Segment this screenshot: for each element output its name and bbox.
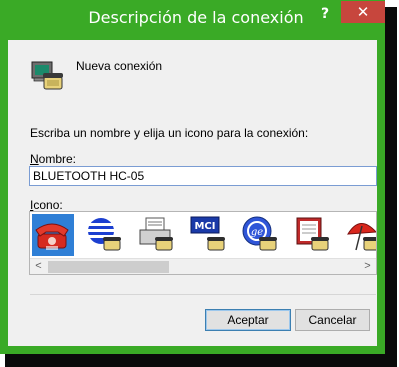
horizontal-scrollbar[interactable]: < > <box>30 258 376 274</box>
umbrella-phone-icon[interactable] <box>344 214 376 256</box>
divider <box>30 294 376 295</box>
mci-logo-icon[interactable]: MCI <box>188 214 230 256</box>
scrollbar-thumb[interactable] <box>48 261 169 273</box>
name-label: Nombre: <box>30 152 76 166</box>
fax-machine-icon[interactable] <box>136 214 178 256</box>
help-button[interactable]: ? <box>313 4 337 24</box>
svg-text:ge: ge <box>251 227 263 238</box>
scroll-right-arrow[interactable]: > <box>359 259 376 274</box>
title-bar[interactable]: Descripción de la conexión ? ✕ <box>0 0 385 34</box>
connection-name-text: Nueva conexión <box>76 59 163 73</box>
close-button[interactable]: ✕ <box>341 1 385 23</box>
icon-list[interactable]: MCI ge < > <box>29 211 377 275</box>
notepad-phone-icon[interactable] <box>292 214 334 256</box>
instruction-text: Escriba un nombre y elija un icono para … <box>30 126 309 140</box>
accept-button[interactable]: Aceptar <box>205 309 291 331</box>
phone-connection-icon <box>30 59 64 93</box>
red-phone-icon[interactable] <box>32 214 74 256</box>
scroll-left-arrow[interactable]: < <box>30 259 47 274</box>
ge-logo-icon[interactable]: ge <box>240 214 282 256</box>
name-label-rest: ombre: <box>38 152 77 166</box>
cancel-button[interactable]: Cancelar <box>295 309 370 331</box>
svg-text:MCI: MCI <box>194 221 215 232</box>
name-input[interactable] <box>29 166 377 186</box>
name-label-accelerator: N <box>30 152 39 166</box>
icon-label: Icono: <box>30 198 63 212</box>
window-title: Descripción de la conexión <box>88 8 304 27</box>
blue-globe-icon[interactable] <box>84 214 126 256</box>
icon-label-rest: cono: <box>33 198 63 212</box>
